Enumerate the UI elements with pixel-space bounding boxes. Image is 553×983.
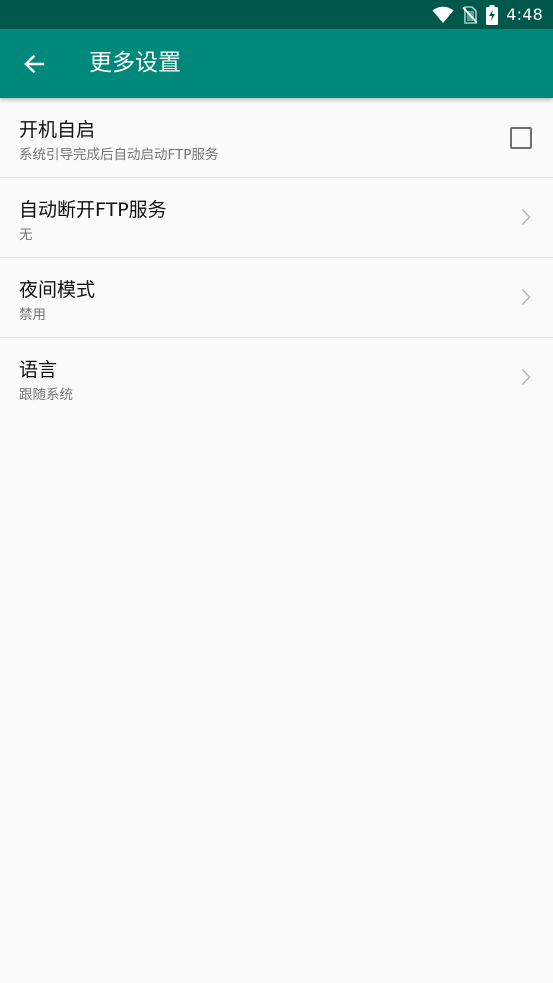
setting-title: 自动断开FTP服务 [19, 199, 167, 221]
wifi-icon [432, 6, 454, 24]
status-icons: 4:48 [424, 0, 543, 29]
setting-subtitle: 无 [19, 227, 33, 243]
setting-auto-start[interactable]: 开机自启 系统引导完成后自动启动FTP服务 [0, 98, 553, 178]
setting-title: 开机自启 [19, 119, 96, 141]
settings-list: 开机自启 系统引导完成后自动启动FTP服务 自动断开FTP服务 无 夜间模式 禁… [0, 98, 553, 417]
setting-title: 语言 [19, 359, 58, 381]
auto-start-checkbox[interactable] [510, 127, 532, 149]
chevron-right-icon [521, 207, 531, 227]
app-bar: 更多设置 [0, 29, 553, 98]
setting-language[interactable]: 语言 跟随系统 [0, 338, 553, 417]
arrow-left-icon [24, 54, 45, 74]
setting-subtitle: 跟随系统 [19, 387, 73, 403]
chevron-right-icon [521, 287, 531, 307]
setting-auto-disconnect-ftp[interactable]: 自动断开FTP服务 无 [0, 178, 553, 258]
chevron-right-icon [521, 367, 531, 387]
setting-title: 夜间模式 [19, 279, 96, 301]
page-title: 更多设置 [89, 50, 181, 76]
back-button[interactable] [14, 44, 54, 84]
status-bar: 4:48 [0, 0, 553, 29]
status-time: 4:48 [506, 5, 543, 24]
setting-night-mode[interactable]: 夜间模式 禁用 [0, 258, 553, 338]
battery-charging-icon [486, 4, 499, 25]
setting-subtitle: 禁用 [19, 307, 46, 323]
setting-subtitle: 系统引导完成后自动启动FTP服务 [19, 147, 219, 163]
settings-screen: 4:48 更多设置 开机自启 系统引导完成后自动启动FTP服务 自动断开FTP服… [0, 0, 553, 983]
no-sim-icon [462, 5, 478, 24]
